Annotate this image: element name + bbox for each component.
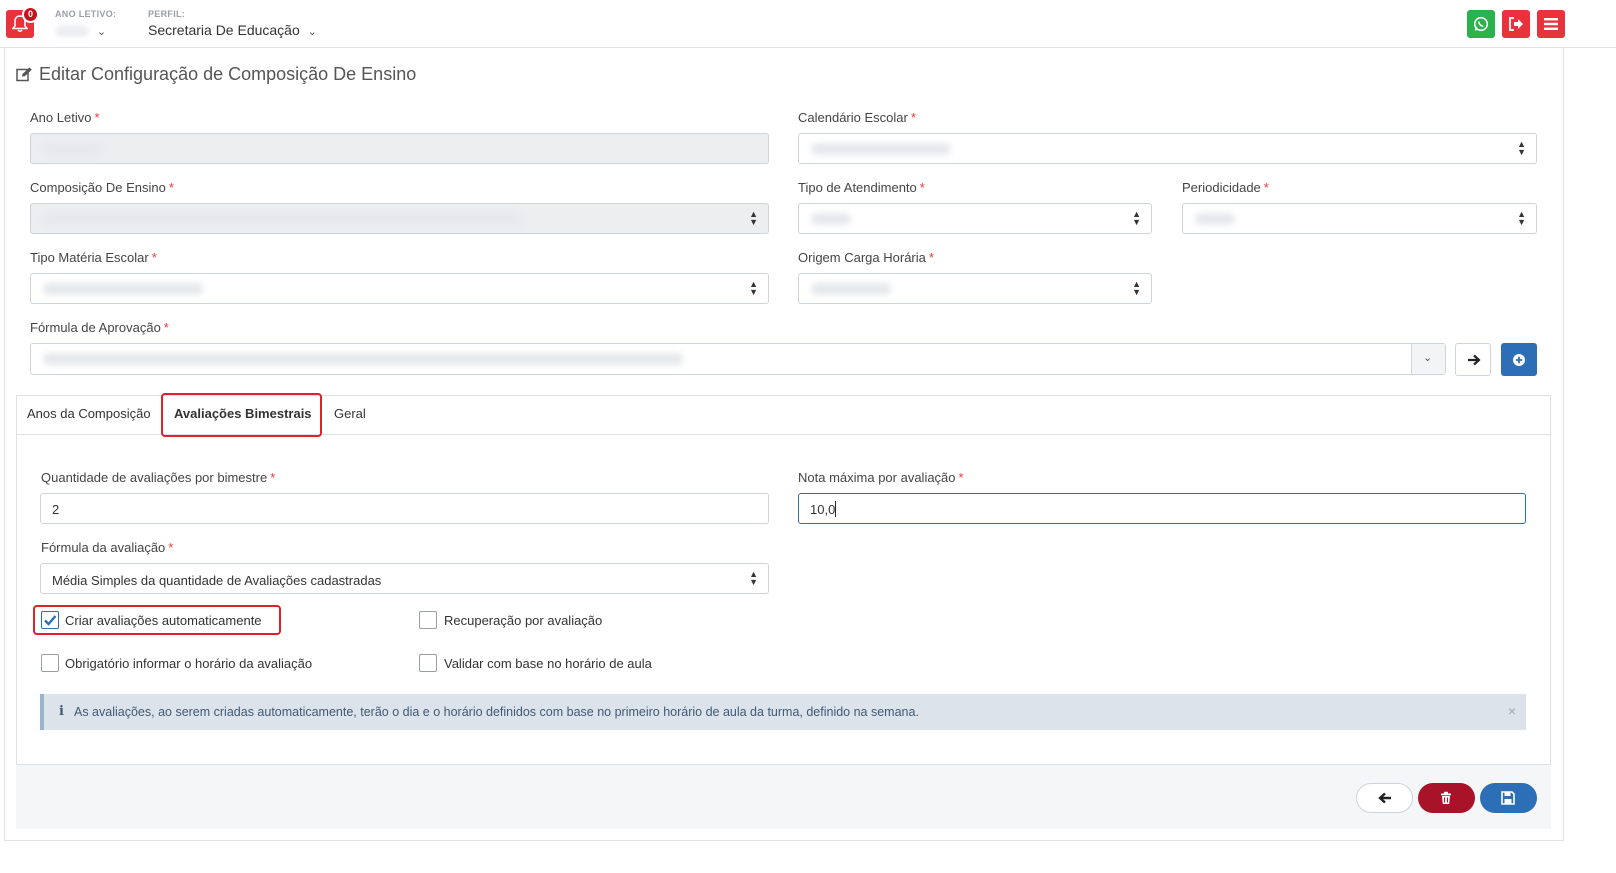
sort-arrows-icon: ▲ ▼ (1132, 279, 1141, 297)
redacted-value (1195, 213, 1235, 225)
calendario-select[interactable]: ▲ ▼ (798, 133, 1537, 164)
sort-arrows-icon: ▲ ▼ (749, 569, 758, 587)
edit-icon (16, 67, 32, 82)
arrow-right-icon (1468, 354, 1481, 366)
chevron-down-icon: ⌄ (96, 26, 107, 38)
profile-label: PERFIL: (148, 9, 186, 19)
arrow-left-icon (1378, 792, 1391, 804)
redacted-value (43, 143, 103, 155)
criar-avaliacoes-checkbox[interactable] (41, 611, 59, 629)
highlight-box (161, 393, 322, 437)
formula-aprovacao-label: Fórmula de Aprovação * (30, 320, 169, 335)
nota-maxima-label: Nota máxima por avaliação * (798, 470, 964, 485)
notification-count-badge: 0 (22, 6, 39, 23)
redacted-value (43, 283, 203, 295)
origem-carga-label: Origem Carga Horária * (798, 250, 934, 265)
tipo-materia-select[interactable]: ▲ ▼ (30, 273, 769, 304)
periodicidade-select[interactable]: ▲ ▼ (1182, 203, 1537, 234)
formula-avaliacao-value: Média Simples da quantidade de Avaliaçõe… (52, 573, 382, 588)
go-formula-button[interactable] (1455, 343, 1491, 376)
info-alert: i As avaliações, ao serem criadas automa… (40, 694, 1526, 730)
redacted-value (811, 213, 851, 225)
recuperacao-checkbox[interactable] (419, 611, 437, 629)
profile-value: Secretaria De Educação (148, 22, 300, 38)
checkmark-icon (44, 615, 57, 626)
redacted-value (811, 143, 951, 155)
chevron-down-icon: ⌄ (307, 26, 317, 38)
quantidade-label: Quantidade de avaliações por bimestre * (41, 470, 276, 485)
year-selector[interactable]: ⌄ (55, 22, 106, 38)
logout-button[interactable] (1502, 10, 1530, 38)
obrigatorio-horario-label[interactable]: Obrigatório informar o horário da avalia… (65, 656, 312, 671)
delete-button[interactable] (1418, 783, 1475, 813)
form-footer (16, 765, 1551, 829)
tipo-atendimento-label: Tipo de Atendimento * (798, 180, 925, 195)
year-value-redacted (55, 25, 89, 38)
tab-anos-composicao[interactable]: Anos da Composição (27, 406, 151, 421)
close-icon[interactable]: × (1508, 703, 1516, 719)
nota-maxima-input[interactable]: 10,0 (798, 493, 1526, 524)
quantidade-input[interactable]: 2 (40, 493, 769, 524)
dropdown-toggle[interactable]: ⌄ (1411, 344, 1445, 374)
chevron-down-icon: ⌄ (1423, 352, 1433, 364)
origem-carga-select[interactable]: ▲ ▼ (798, 273, 1152, 304)
formula-avaliacao-select[interactable]: Média Simples da quantidade de Avaliaçõe… (40, 563, 769, 594)
composicao-select: ▲ ▼ (30, 203, 769, 234)
formula-aprovacao-select[interactable]: ⌄ (30, 343, 1446, 375)
tipo-materia-label: Tipo Matéria Escolar * (30, 250, 157, 265)
sort-arrows-icon: ▲ ▼ (1132, 209, 1141, 227)
redacted-value (43, 213, 523, 225)
redacted-value (811, 283, 891, 295)
periodicidade-label: Periodicidade * (1182, 180, 1269, 195)
save-icon (1501, 791, 1515, 805)
whatsapp-button[interactable] (1467, 10, 1495, 38)
quantidade-value: 2 (52, 502, 60, 517)
page-title-text: Editar Configuração de Composição De Ens… (39, 64, 417, 84)
tipo-atendimento-select[interactable]: ▲ ▼ (798, 203, 1152, 234)
obrigatorio-horario-checkbox[interactable] (41, 654, 59, 672)
info-icon: i (59, 704, 64, 719)
whatsapp-icon (1473, 16, 1489, 32)
logout-icon (1509, 17, 1523, 31)
composicao-label: Composição De Ensino * (30, 180, 174, 195)
page-title: Editar Configuração de Composição De Ens… (16, 64, 416, 85)
profile-selector[interactable]: Secretaria De Educação ⌄ (148, 22, 317, 38)
criar-avaliacoes-label[interactable]: Criar avaliações automaticamente (65, 613, 262, 628)
trash-icon (1441, 791, 1451, 804)
info-alert-text: As avaliações, ao serem criadas automati… (74, 705, 919, 719)
tab-geral[interactable]: Geral (334, 406, 366, 421)
back-button[interactable] (1356, 783, 1413, 813)
validar-horario-label[interactable]: Validar com base no horário de aula (444, 656, 652, 671)
hamburger-icon (1544, 18, 1558, 30)
ano-letivo-input (30, 133, 769, 164)
formula-avaliacao-label: Fórmula da avaliação * (41, 540, 174, 555)
plus-circle-icon (1513, 354, 1525, 366)
sort-arrows-icon: ▲ ▼ (1517, 139, 1526, 157)
add-formula-button[interactable] (1501, 343, 1537, 376)
recuperacao-label[interactable]: Recuperação por avaliação (444, 613, 602, 628)
ano-letivo-label: Ano Letivo * (30, 110, 100, 125)
calendario-label: Calendário Escolar * (798, 110, 916, 125)
sort-arrows-icon: ▲ ▼ (749, 209, 758, 227)
text-cursor (835, 501, 836, 517)
menu-button[interactable] (1537, 10, 1565, 38)
redacted-value (43, 353, 683, 365)
nota-maxima-value: 10,0 (810, 502, 836, 517)
save-button[interactable] (1480, 783, 1537, 813)
validar-horario-checkbox[interactable] (419, 654, 437, 672)
year-label: ANO LETIVO: (55, 9, 117, 19)
sort-arrows-icon: ▲ ▼ (749, 279, 758, 297)
sort-arrows-icon: ▲ ▼ (1517, 209, 1526, 227)
top-bar: 0 ANO LETIVO: ⌄ PERFIL: Secretaria De Ed… (0, 0, 1616, 48)
